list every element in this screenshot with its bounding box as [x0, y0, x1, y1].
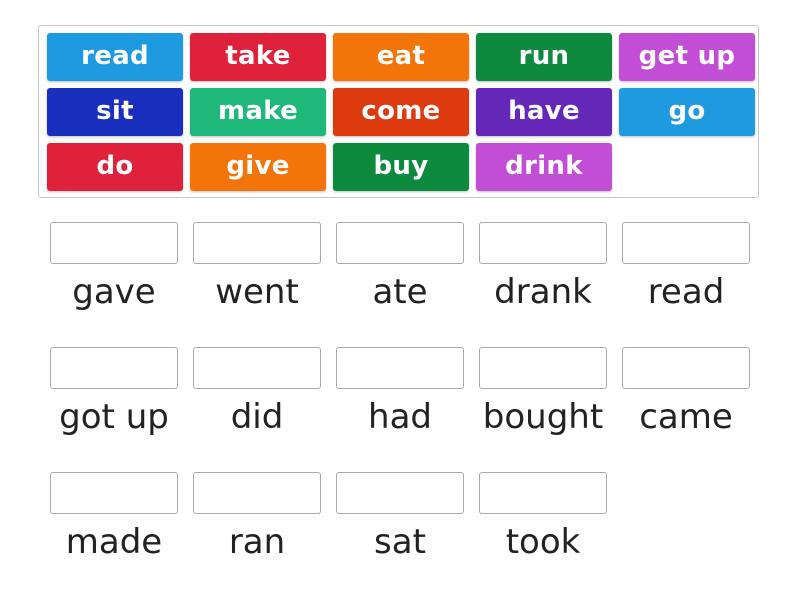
target-label: drank	[494, 272, 592, 312]
drop-slot[interactable]	[50, 347, 178, 389]
target-label: sat	[374, 522, 426, 562]
word-bank: read take eat run get up sit make come have go do g…	[38, 25, 759, 198]
drop-slot[interactable]	[479, 472, 607, 514]
word-tile[interactable]: do	[47, 143, 183, 191]
target-label: took	[505, 522, 581, 562]
target-label: bought	[482, 397, 604, 437]
drop-slot[interactable]	[336, 347, 464, 389]
drop-slot[interactable]	[336, 222, 464, 264]
drop-slot[interactable]	[622, 222, 750, 264]
drop-slot[interactable]	[622, 347, 750, 389]
target-label: made	[65, 522, 163, 562]
word-tile[interactable]: get up	[619, 33, 755, 81]
drop-slot[interactable]	[479, 222, 607, 264]
drop-slot[interactable]	[193, 222, 321, 264]
word-tile[interactable]: go	[619, 88, 755, 136]
drop-slot[interactable]	[193, 347, 321, 389]
target-label: gave	[72, 272, 156, 312]
target-label: ran	[228, 522, 286, 562]
word-tile[interactable]: drink	[476, 143, 612, 191]
word-tile[interactable]: sit	[47, 88, 183, 136]
target-label: got up	[59, 397, 169, 437]
target-label: went	[215, 272, 299, 312]
target-label: did	[230, 397, 284, 437]
word-tile[interactable]: make	[190, 88, 326, 136]
word-tile[interactable]: buy	[333, 143, 469, 191]
word-tile[interactable]: give	[190, 143, 326, 191]
drop-slot[interactable]	[336, 472, 464, 514]
drop-slot[interactable]	[193, 472, 321, 514]
word-tile[interactable]: have	[476, 88, 612, 136]
drop-slot[interactable]	[50, 472, 178, 514]
word-tile[interactable]: read	[47, 33, 183, 81]
target-label: had	[368, 397, 432, 437]
word-tile[interactable]: take	[190, 33, 326, 81]
word-tile[interactable]: eat	[333, 33, 469, 81]
word-tile[interactable]: run	[476, 33, 612, 81]
word-tile[interactable]: come	[333, 88, 469, 136]
target-label: ate	[372, 272, 428, 312]
target-label: came	[639, 397, 733, 437]
drop-slot[interactable]	[479, 347, 607, 389]
target-label: read	[647, 272, 725, 312]
drop-slot[interactable]	[50, 222, 178, 264]
